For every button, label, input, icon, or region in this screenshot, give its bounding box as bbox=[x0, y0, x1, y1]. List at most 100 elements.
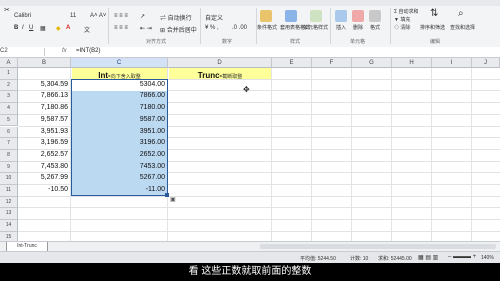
col-header-g[interactable]: G bbox=[352, 58, 392, 68]
col-header-e[interactable]: E bbox=[272, 58, 312, 68]
spreadsheet-grid[interactable]: A B C D E F G H I J 1 2 3 4 5 6 7 8 9 10 11 12 13 14 1… bbox=[0, 58, 500, 256]
number-format-box[interactable]: 自定义 bbox=[205, 13, 223, 22]
align-left-icon[interactable]: ≡ ≡ ≡ bbox=[114, 25, 128, 31]
font-color-icon[interactable]: A bbox=[66, 25, 70, 31]
col-header-c[interactable]: C bbox=[71, 58, 168, 68]
grow-font-icon[interactable]: A˄ A˅ bbox=[90, 13, 106, 19]
row-header[interactable]: 5 bbox=[0, 114, 18, 127]
italic-button[interactable]: I bbox=[22, 25, 24, 31]
row-header[interactable]: 2 bbox=[0, 79, 18, 92]
formula-bar: C2 fx =INT(B2) bbox=[0, 47, 500, 58]
cell-c[interactable]: 2652.00 bbox=[72, 151, 167, 163]
wrap-text-button[interactable]: ⇌ 自动换行 bbox=[160, 13, 192, 22]
sort-filter-icon[interactable]: ⇅ bbox=[430, 8, 438, 19]
cell-styles-label[interactable]: 单元格样式 bbox=[303, 24, 328, 31]
cell-b[interactable]: 5,304.59 bbox=[18, 81, 70, 93]
cell-c[interactable]: 7180.00 bbox=[72, 104, 167, 116]
insert-label[interactable]: 插入 bbox=[336, 24, 346, 31]
status-average: 平均值: 5244.50 bbox=[300, 256, 336, 262]
indent-icon[interactable]: ⇤ ⇥ bbox=[140, 25, 152, 32]
cell-b[interactable]: 7,180.86 bbox=[18, 104, 70, 116]
autosum-button[interactable]: Σ 自动求和 bbox=[394, 8, 419, 15]
currency-icon[interactable]: ¥ % , bbox=[205, 25, 219, 31]
col-header-h[interactable]: H bbox=[392, 58, 432, 68]
cell-b[interactable]: 3,196.59 bbox=[18, 139, 70, 151]
merge-center-button[interactable]: ⊞ 合并后居中 bbox=[160, 25, 197, 34]
format-label[interactable]: 格式 bbox=[370, 24, 380, 31]
row-header[interactable]: 3 bbox=[0, 91, 18, 104]
status-count: 计数: 10 bbox=[350, 256, 369, 262]
bold-button[interactable]: B bbox=[14, 25, 18, 31]
header-trunc: Trunc-截断取整 bbox=[169, 68, 271, 80]
row-header[interactable]: 7 bbox=[0, 138, 18, 150]
cell-c[interactable]: 7866.00 bbox=[72, 92, 167, 104]
row-header[interactable]: 9 bbox=[0, 161, 18, 174]
row-header[interactable]: 10 bbox=[0, 173, 18, 185]
border-icon[interactable]: ▦ bbox=[40, 25, 46, 32]
cell-c[interactable]: 5267.00 bbox=[72, 174, 167, 186]
fill-button[interactable]: ▼ 填充 bbox=[394, 16, 410, 23]
find-select-icon[interactable]: ⌕ bbox=[458, 8, 464, 19]
col-header-f[interactable]: F bbox=[312, 58, 352, 68]
cell-b[interactable]: -10.50 bbox=[18, 186, 70, 198]
row-header[interactable]: 11 bbox=[0, 185, 18, 197]
col-header-i[interactable]: I bbox=[432, 58, 472, 68]
col-header-a[interactable]: A bbox=[0, 58, 18, 68]
view-normal-icon[interactable]: ▦ ▤ ▥ bbox=[418, 254, 438, 261]
phonetic-icon[interactable]: 文 bbox=[84, 25, 90, 34]
row-header[interactable]: 1 bbox=[0, 68, 18, 80]
cell-c[interactable]: 5304.00 bbox=[72, 81, 167, 93]
orientation-icon[interactable]: ↗ bbox=[140, 13, 145, 20]
font-name-box[interactable]: Calibri bbox=[14, 13, 31, 19]
fill-label: 填充 bbox=[400, 17, 411, 23]
horizontal-scrollbar[interactable] bbox=[260, 244, 496, 249]
find-select-label[interactable]: 查找和选择 bbox=[450, 24, 475, 31]
col-header-j[interactable]: J bbox=[472, 58, 500, 68]
cell-b[interactable]: 2,652.57 bbox=[18, 151, 70, 163]
font-size-box[interactable]: 11 bbox=[70, 13, 76, 19]
wrap-text-label: 自动换行 bbox=[167, 16, 192, 22]
fx-icon[interactable]: fx bbox=[62, 48, 67, 54]
delete-icon[interactable] bbox=[352, 10, 364, 22]
cell-c[interactable]: 7453.00 bbox=[72, 163, 167, 175]
col-header-d[interactable]: D bbox=[168, 58, 272, 68]
insert-icon[interactable] bbox=[335, 10, 347, 22]
conditional-format-icon[interactable] bbox=[260, 10, 272, 22]
underline-button[interactable]: U bbox=[29, 25, 33, 31]
cell-b[interactable]: 3,951.93 bbox=[18, 128, 70, 140]
name-box[interactable]: C2 bbox=[0, 48, 45, 56]
cell-c[interactable]: 3951.00 bbox=[72, 128, 167, 140]
col-header-b[interactable]: B bbox=[18, 58, 71, 68]
decimal-icon[interactable]: .0 .00 bbox=[232, 25, 247, 31]
col-gridline bbox=[311, 68, 312, 241]
row-header[interactable]: 6 bbox=[0, 126, 18, 139]
status-bar: 平均值: 5244.50 计数: 10 求和: 52445.00 ▦ ▤ ▥ –… bbox=[0, 251, 500, 263]
row-header[interactable]: 14 bbox=[0, 220, 18, 232]
cell-c[interactable]: 3196.00 bbox=[72, 139, 167, 151]
cell-styles-icon[interactable] bbox=[310, 10, 322, 22]
align-top-icon[interactable]: ≡ ≡ ≡ bbox=[114, 13, 128, 19]
zoom-slider[interactable]: – ▬▬▬ + bbox=[448, 254, 476, 260]
cell-b[interactable]: 7,453.80 bbox=[18, 163, 70, 175]
formula-input[interactable]: =INT(B2) bbox=[76, 48, 101, 54]
cell-c[interactable]: 9587.00 bbox=[72, 116, 167, 128]
cell-c[interactable]: -11.00 bbox=[72, 186, 167, 198]
fill-color-icon[interactable]: ◆ bbox=[56, 25, 61, 32]
row-header[interactable]: 8 bbox=[0, 149, 18, 162]
table-format-icon[interactable] bbox=[285, 10, 297, 22]
row-header[interactable]: 12 bbox=[0, 196, 18, 209]
row-header[interactable]: 13 bbox=[0, 208, 18, 221]
conditional-format-label[interactable]: 条件格式 bbox=[257, 24, 277, 31]
row-gridline bbox=[18, 230, 500, 232]
format-icon[interactable] bbox=[369, 10, 381, 22]
clear-button[interactable]: ◇ 清除 bbox=[394, 24, 410, 31]
delete-label[interactable]: 删除 bbox=[353, 24, 363, 31]
cell-b[interactable]: 9,587.57 bbox=[18, 116, 70, 128]
cell-b[interactable]: 7,866.13 bbox=[18, 92, 70, 104]
quick-analysis-icon[interactable]: ▣ bbox=[170, 196, 176, 203]
cell-b[interactable]: 5,267.99 bbox=[18, 174, 70, 186]
row-header[interactable]: 4 bbox=[0, 103, 18, 115]
paste-icon[interactable]: ✂ bbox=[4, 6, 10, 14]
sort-filter-label[interactable]: 排序和筛选 bbox=[420, 24, 445, 31]
mouse-cursor-icon: ✥ bbox=[243, 85, 250, 94]
